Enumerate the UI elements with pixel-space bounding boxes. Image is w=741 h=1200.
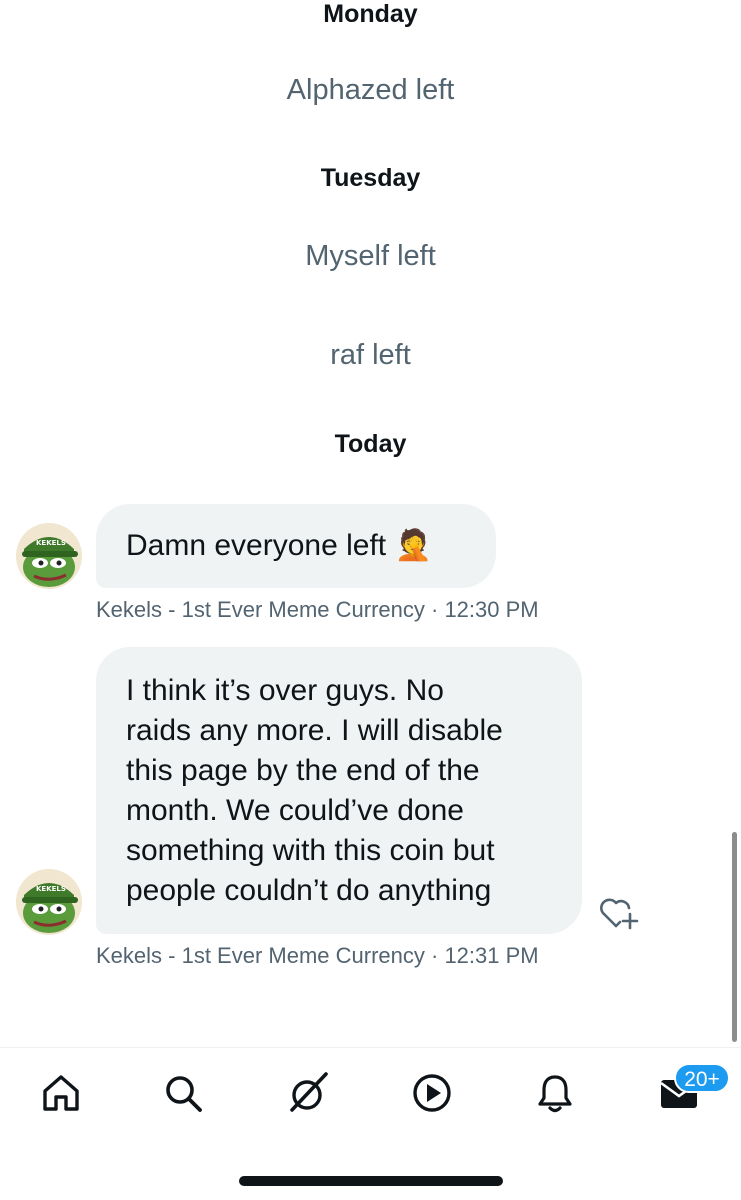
tab-video[interactable] bbox=[407, 1068, 457, 1118]
message-bubble[interactable]: Damn everyone left 🤦 bbox=[96, 504, 496, 588]
avatar[interactable]: KEKELS bbox=[16, 869, 82, 935]
message-text: Damn everyone left 🤦 bbox=[126, 529, 432, 562]
day-separator-monday: Monday bbox=[323, 0, 418, 28]
grok-icon bbox=[290, 1072, 328, 1112]
scrollbar[interactable] bbox=[732, 832, 737, 1042]
timestamp: 12:30 PM bbox=[444, 597, 539, 622]
system-message: Myself left bbox=[305, 240, 436, 272]
message-text-line: raids any more. I will disable bbox=[126, 714, 503, 747]
message-text-line: people couldn’t do anything bbox=[126, 874, 492, 907]
message-text-line: month. We could’ve done bbox=[126, 794, 464, 827]
tab-home[interactable] bbox=[36, 1068, 86, 1118]
messages-unread-badge: 20+ bbox=[674, 1063, 730, 1093]
add-reaction-heart-icon[interactable] bbox=[598, 894, 640, 932]
system-message: Alphazed left bbox=[286, 74, 455, 106]
message-text-line: this page by the end of the bbox=[126, 754, 480, 787]
tab-notifications[interactable] bbox=[530, 1068, 580, 1118]
avatar-cap-text: KEKELS bbox=[36, 539, 66, 547]
video-icon bbox=[413, 1074, 451, 1112]
notifications-icon bbox=[538, 1075, 572, 1113]
message-meta: Kekels - 1st Ever Meme Currency · 12:30 … bbox=[96, 597, 539, 623]
timestamp: 12:31 PM bbox=[444, 943, 539, 968]
tab-grok[interactable] bbox=[284, 1068, 334, 1118]
day-separator-tuesday: Tuesday bbox=[320, 164, 421, 192]
meta-separator: · bbox=[424, 943, 445, 968]
facepalm-emoji: 🤦 bbox=[394, 529, 432, 562]
home-icon bbox=[43, 1075, 79, 1111]
message-meta: Kekels - 1st Ever Meme Currency · 12:31 … bbox=[96, 943, 539, 969]
sender-name[interactable]: Kekels - 1st Ever Meme Currency bbox=[96, 943, 425, 968]
tab-search[interactable] bbox=[158, 1068, 208, 1118]
sender-name[interactable]: Kekels - 1st Ever Meme Currency bbox=[96, 597, 425, 622]
day-separator-today: Today bbox=[334, 430, 407, 458]
bottom-tab-bar bbox=[0, 1048, 741, 1138]
meta-separator: · bbox=[424, 597, 445, 622]
system-message: raf left bbox=[330, 339, 411, 371]
avatar[interactable]: KEKELS bbox=[16, 523, 82, 589]
message-text-line: I think it’s over guys. No bbox=[126, 674, 444, 707]
avatar-cap-text: KEKELS bbox=[36, 885, 66, 893]
message-bubble[interactable]: I think it’s over guys. No raids any mor… bbox=[96, 647, 582, 934]
message-text-line: something with this coin but bbox=[126, 834, 495, 867]
home-indicator[interactable] bbox=[239, 1176, 503, 1186]
search-icon bbox=[166, 1076, 202, 1112]
